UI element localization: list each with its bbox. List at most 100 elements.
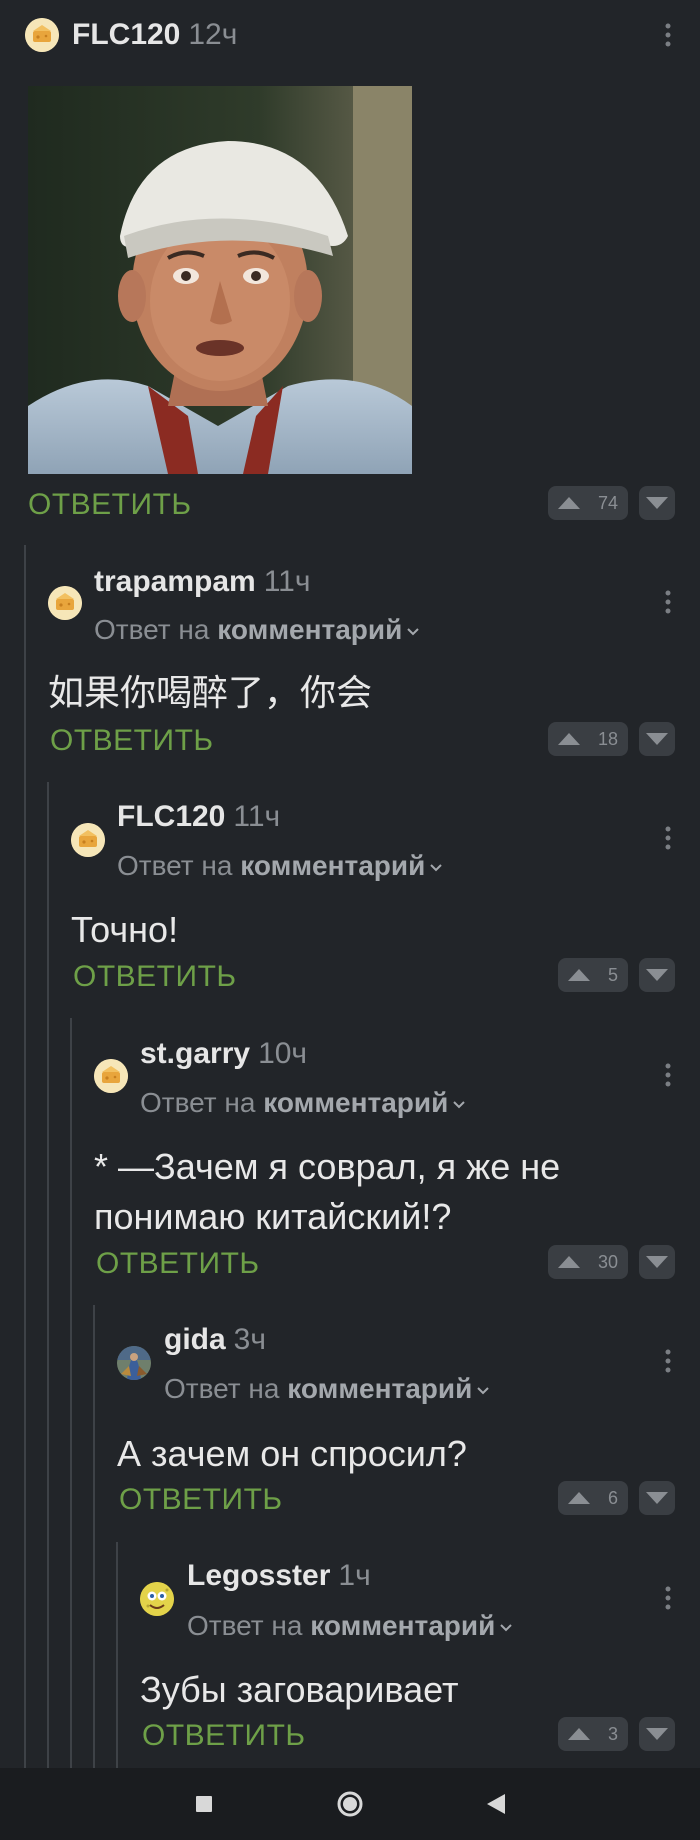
downvote-button[interactable]: [639, 486, 675, 520]
comment-time: 12ч: [188, 18, 238, 51]
vote-count: 18: [597, 728, 618, 749]
upvote-button[interactable]: 30: [548, 1245, 628, 1279]
upvote-button[interactable]: 5: [558, 958, 628, 992]
upvote-icon: [558, 733, 580, 745]
square-icon: [196, 1796, 212, 1812]
more-vertical-icon: [665, 1586, 671, 1610]
comments-page: FLC120 12ч ОТВЕТИТЬ 74 trapampam 11ч Отв…: [0, 0, 700, 1840]
reply-button[interactable]: ОТВЕТИТЬ: [28, 488, 192, 522]
author-name[interactable]: Legosster 1ч: [187, 1559, 371, 1593]
recent-apps-button[interactable]: [186, 1786, 222, 1822]
vote-count: 5: [607, 964, 618, 985]
comment-menu-button[interactable]: [664, 1062, 672, 1088]
reply-button[interactable]: ОТВЕТИТЬ: [50, 724, 214, 758]
comment-text: А зачем он спросил?: [117, 1433, 467, 1474]
home-button[interactable]: [332, 1786, 368, 1822]
downvote-button[interactable]: [639, 1717, 675, 1751]
reply-button[interactable]: ОТВЕТИТЬ: [96, 1247, 260, 1281]
painting-avatar-icon: [117, 1346, 151, 1380]
comment-time: 3ч: [233, 1323, 266, 1356]
upvote-icon: [568, 1492, 590, 1504]
reply-button[interactable]: ОТВЕТИТЬ: [73, 960, 237, 994]
more-vertical-icon: [665, 826, 671, 850]
thread-line: [70, 1018, 72, 1768]
chevron-down-icon: [477, 1386, 490, 1395]
author-name[interactable]: FLC120 11ч: [117, 800, 280, 834]
downvote-icon: [646, 497, 668, 509]
author-name[interactable]: FLC120 12ч: [72, 18, 237, 52]
reply-to-link[interactable]: Ответ на комментарий: [140, 1086, 466, 1120]
triangle-back-icon: [487, 1794, 505, 1814]
comment-menu-button[interactable]: [664, 825, 672, 851]
upvote-button[interactable]: 74: [548, 486, 628, 520]
upvote-icon: [568, 1728, 590, 1740]
comment-time: 10ч: [258, 1037, 308, 1070]
upvote-icon: [558, 1256, 580, 1268]
thread-line: [93, 1305, 95, 1768]
more-vertical-icon: [665, 23, 671, 47]
comment-image[interactable]: [28, 86, 412, 474]
cheese-avatar-icon: [48, 586, 82, 620]
back-button[interactable]: [478, 1786, 514, 1822]
comment-menu-button[interactable]: [664, 589, 672, 615]
comment-menu-button[interactable]: [664, 22, 672, 48]
cheese-avatar-icon: [71, 823, 105, 857]
upvote-icon: [568, 969, 590, 981]
comment-text: * —Зачем я соврал, я же не понимаю китай…: [94, 1146, 561, 1237]
reply-to-link[interactable]: Ответ на комментарий: [94, 613, 420, 647]
author-name[interactable]: gida 3ч: [164, 1323, 266, 1357]
downvote-icon: [646, 1492, 668, 1504]
vote-count: 74: [597, 492, 618, 513]
reply-button[interactable]: ОТВЕТИТЬ: [119, 1483, 283, 1517]
vote-count: 6: [607, 1487, 618, 1508]
downvote-icon: [646, 733, 668, 745]
comment-menu-button[interactable]: [664, 1585, 672, 1611]
comment-text: Точно!: [71, 909, 179, 950]
avatar[interactable]: [25, 18, 59, 52]
comment-time: 11ч: [263, 565, 311, 598]
comment-menu-button[interactable]: [664, 1348, 672, 1374]
circle-icon: [337, 1791, 363, 1817]
chevron-down-icon: [430, 863, 443, 872]
downvote-button[interactable]: [639, 1481, 675, 1515]
cheese-avatar-icon: [94, 1059, 128, 1093]
comment-text: Зубы заговаривает: [140, 1669, 459, 1710]
thread-line: [47, 782, 49, 1768]
chevron-down-icon: [453, 1100, 466, 1109]
downvote-button[interactable]: [639, 722, 675, 756]
system-navigation-bar: [0, 1768, 700, 1840]
comment-time: 1ч: [338, 1559, 371, 1592]
avatar[interactable]: [117, 1346, 151, 1380]
vote-count: 30: [597, 1251, 618, 1272]
downvote-button[interactable]: [639, 1245, 675, 1279]
upvote-button[interactable]: 3: [558, 1717, 628, 1751]
upvote-button[interactable]: 6: [558, 1481, 628, 1515]
reply-button[interactable]: ОТВЕТИТЬ: [142, 1719, 306, 1753]
chevron-down-icon: [407, 627, 420, 636]
reply-to-link[interactable]: Ответ на комментарий: [164, 1372, 490, 1406]
downvote-icon: [646, 969, 668, 981]
thread-line: [116, 1542, 118, 1768]
author-name[interactable]: trapampam 11ч: [94, 565, 311, 599]
avatar[interactable]: [71, 823, 105, 857]
reply-to-link[interactable]: Ответ на комментарий: [187, 1609, 513, 1643]
cheese-avatar-icon: [25, 18, 59, 52]
comment-text: 如果你喝醉了，你会: [48, 672, 373, 713]
downvote-icon: [646, 1728, 668, 1740]
downvote-icon: [646, 1256, 668, 1268]
reply-to-link[interactable]: Ответ на комментарий: [117, 849, 443, 883]
upvote-icon: [558, 497, 580, 509]
chevron-down-icon: [500, 1623, 513, 1632]
avatar[interactable]: [48, 586, 82, 620]
downvote-button[interactable]: [639, 958, 675, 992]
vote-count: 3: [607, 1723, 618, 1744]
author-name[interactable]: st.garry 10ч: [140, 1037, 307, 1071]
upvote-button[interactable]: 18: [548, 722, 628, 756]
thread-line: [24, 545, 26, 1768]
actor-photo: [28, 86, 412, 474]
avatar[interactable]: [140, 1582, 174, 1616]
comment-time: 11ч: [233, 800, 281, 833]
comment: FLC120 12ч ОТВЕТИТЬ 74: [0, 0, 700, 540]
avatar[interactable]: [94, 1059, 128, 1093]
sponge-avatar-icon: [140, 1582, 174, 1616]
